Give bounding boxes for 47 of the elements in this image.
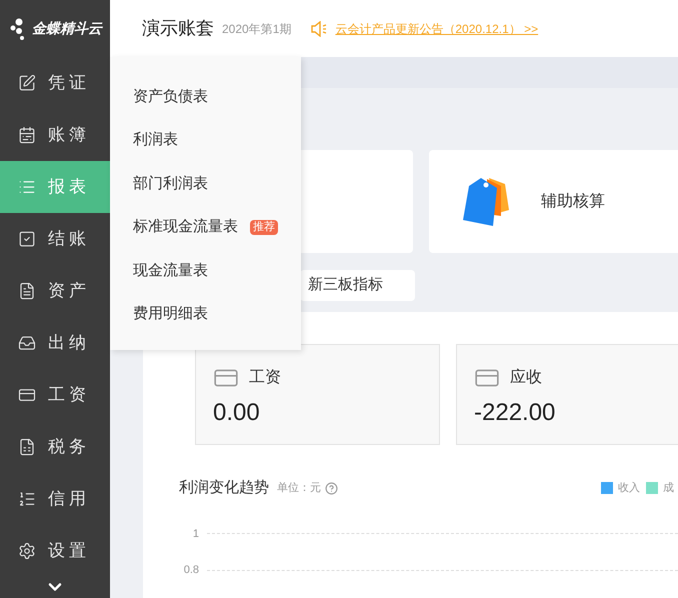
axis-tick-label: 0.8 — [182, 563, 199, 578]
shortcut-card[interactable]: 辅助核算 — [429, 150, 678, 253]
sidebar-item[interactable]: 账簿 — [0, 109, 110, 161]
sidebar-item[interactable]: 资产 — [0, 265, 110, 317]
menu-icon — [18, 178, 36, 196]
menu-icon — [18, 542, 36, 560]
stat-value: 0.00 — [213, 398, 261, 428]
dropdown-item[interactable]: 费用明细表 — [133, 303, 208, 326]
stat-label: 应收 — [510, 368, 542, 388]
menu-icon — [18, 230, 36, 248]
legend-label: 收入 — [618, 481, 640, 496]
menu-icon — [18, 386, 36, 404]
dropdown-item[interactable]: 资产负债表 — [133, 86, 208, 108]
dropdown-item[interactable]: 利润表 — [133, 129, 178, 152]
help-icon — [325, 482, 338, 495]
sidebar-item[interactable]: 税务 — [0, 421, 110, 473]
sidebar-item[interactable]: 出纳 — [0, 317, 110, 369]
axis-tick-label: 1 — [192, 526, 199, 542]
account-title: 演示账套 — [142, 17, 214, 40]
stat-card[interactable]: 应收 -222.00 — [456, 344, 678, 445]
dropdown-item[interactable]: 现金流量表 — [133, 260, 208, 282]
menu-icon — [18, 282, 36, 300]
menu-icon — [18, 438, 36, 456]
unit-text: 单位：元 — [277, 481, 321, 496]
stat-value: -222.00 — [474, 398, 556, 428]
report-button[interactable]: 新三板指标 — [300, 270, 415, 301]
chart-title: 利润变化趋势 — [179, 478, 269, 498]
menu-icon — [18, 74, 36, 92]
sidebar-item[interactable]: 结账 — [0, 213, 110, 265]
dropdown-item[interactable]: 部门利润表 — [133, 172, 208, 195]
legend-label: 成 — [663, 481, 674, 496]
stat-card[interactable]: 工资 0.00 — [195, 344, 440, 445]
sidebar-item[interactable]: 凭证 — [0, 57, 110, 109]
menu-icon — [18, 490, 36, 508]
tag-icon — [461, 176, 511, 228]
sidebar-item[interactable]: 设置 — [0, 525, 110, 577]
card-label: 辅助核算 — [541, 192, 605, 212]
sidebar-item[interactable]: 工资 — [0, 369, 110, 421]
sidebar-item[interactable]: 信用 — [0, 473, 110, 525]
menu-icon — [18, 126, 36, 144]
speaker-icon — [311, 20, 328, 36]
dropdown-item[interactable]: 标准现金流量表 — [133, 216, 238, 238]
menu-icon — [18, 334, 36, 352]
period-text: 2020年第1期 — [222, 20, 292, 38]
recommend-badge: 推荐 — [250, 220, 278, 235]
stat-label: 工资 — [249, 368, 281, 388]
logo-text: 金蝶精斗云 — [32, 19, 102, 38]
